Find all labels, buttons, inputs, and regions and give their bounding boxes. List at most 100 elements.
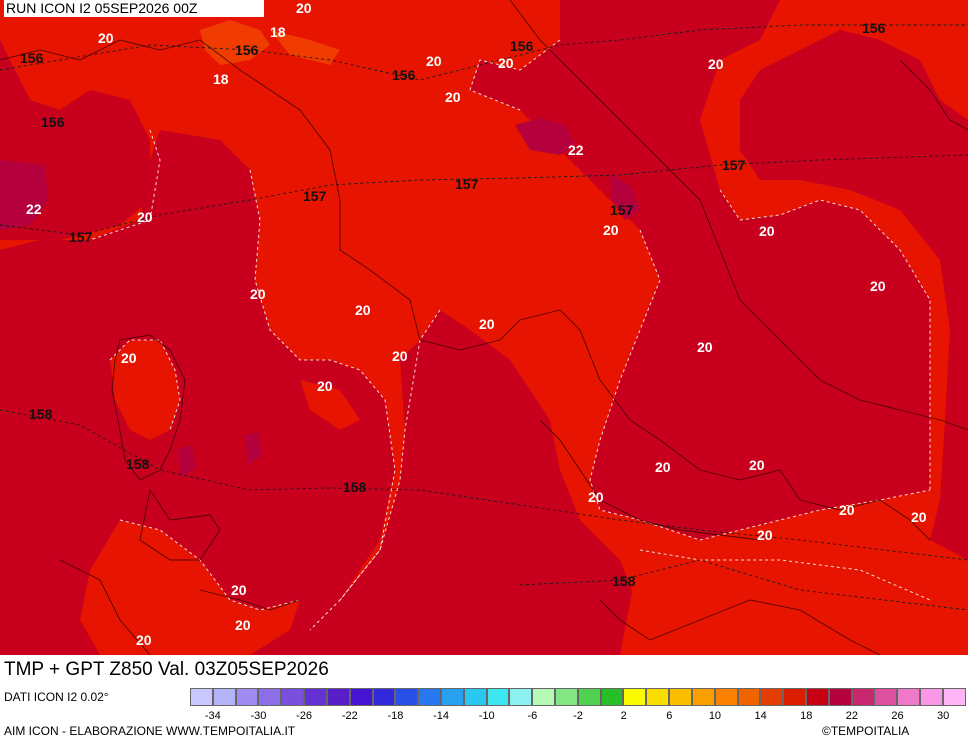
geopotential-label: 157 — [455, 176, 479, 192]
temp-label: 20 — [870, 278, 886, 294]
temp-label: 20 — [296, 0, 312, 16]
geopotential-label: 158 — [343, 479, 367, 495]
temp-label: 20 — [250, 286, 266, 302]
legend-tick-label: -6 — [527, 710, 538, 722]
legend-swatch — [897, 688, 920, 706]
temp-label: 20 — [479, 316, 495, 332]
legend-swatch — [691, 688, 715, 706]
legend-tick-label: 18 — [800, 710, 813, 722]
color-legend — [190, 688, 966, 708]
geopotential-label: 157 — [69, 229, 93, 245]
temp-label: 20 — [355, 302, 371, 318]
legend-tick-label: 22 — [845, 710, 858, 722]
temp-label: 20 — [445, 89, 461, 105]
legend-tick-label: -26 — [296, 710, 313, 722]
legend-swatch — [372, 688, 396, 706]
legend-swatch — [942, 688, 966, 706]
legend-swatch — [486, 688, 510, 706]
product-title: TMP + GPT Z850 Val. 03Z05SEP2026 — [0, 656, 414, 683]
legend-ticks: -34-30-26-22-18-14-10-6-2261014182226303… — [190, 710, 966, 724]
legend-swatch — [463, 688, 487, 706]
legend-swatch — [440, 688, 464, 706]
legend-swatch — [418, 688, 441, 706]
legend-tick-label: 10 — [708, 710, 722, 722]
legend-tick-label: 6 — [666, 710, 673, 722]
legend-swatch — [805, 688, 829, 706]
temp-label: 18 — [213, 71, 229, 87]
legend-swatch — [874, 688, 898, 706]
legend-swatch — [258, 688, 282, 706]
geopotential-label: 158 — [29, 406, 53, 422]
geopotential-label: 158 — [612, 573, 636, 589]
temp-label: 20 — [98, 30, 114, 46]
geopotential-label: 156 — [41, 114, 65, 130]
temp-label: 20 — [603, 222, 619, 238]
temp-label: 20 — [839, 502, 855, 518]
legend-swatch — [235, 688, 259, 706]
legend-tick-label: -34 — [204, 710, 221, 722]
temp-label: 20 — [911, 509, 927, 525]
legend-swatch — [714, 688, 738, 706]
temp-label: 20 — [759, 223, 775, 239]
legend-swatch — [851, 688, 875, 706]
legend-swatch — [395, 688, 419, 706]
temp-label: 20 — [588, 489, 604, 505]
temp-label: 22 — [568, 142, 584, 158]
temp-label: 20 — [749, 457, 765, 473]
map-svg: 20 20 18 18 20 20 20 20 22 22 20 20 20 2… — [0, 0, 968, 655]
legend-swatch — [920, 688, 943, 706]
temp-label: 20 — [757, 527, 773, 543]
temp-label: 18 — [270, 24, 286, 40]
geopotential-label: 156 — [235, 42, 259, 58]
legend-tick-label: -2 — [573, 710, 583, 722]
legend-tick-label: 2 — [620, 710, 627, 722]
legend-swatch — [212, 688, 236, 706]
credit-label: AIM ICON - ELABORAZIONE WWW.TEMPOITALIA.… — [4, 724, 296, 738]
temp-label: 20 — [498, 55, 514, 71]
geopotential-label: 157 — [303, 188, 327, 204]
legend-swatch — [737, 688, 761, 706]
geopotential-label: 157 — [610, 202, 634, 218]
temp-label: 20 — [136, 632, 152, 648]
legend-tick-label: -30 — [250, 710, 267, 722]
legend-swatch — [828, 688, 852, 706]
temp-label: 20 — [121, 350, 137, 366]
data-source-label: DATI ICON I2 0.02° — [4, 690, 109, 704]
legend-tick-label: -10 — [478, 710, 495, 722]
temp-label: 20 — [697, 339, 713, 355]
legend-tick-label: -14 — [433, 710, 449, 722]
legend-swatch — [783, 688, 806, 706]
temp-label: 22 — [26, 201, 42, 217]
geopotential-label: 156 — [20, 50, 44, 66]
legend-swatch — [509, 688, 533, 706]
legend-swatch — [532, 688, 555, 706]
legend-tick-label: 26 — [891, 710, 904, 722]
temp-label: 20 — [655, 459, 671, 475]
temp-label: 20 — [235, 617, 251, 633]
run-label: RUN ICON I2 05SEP2026 00Z — [4, 0, 264, 17]
temp-label: 20 — [426, 53, 442, 69]
legend-swatch — [326, 688, 350, 706]
geopotential-label: 157 — [722, 157, 746, 173]
legend-swatch — [669, 688, 692, 706]
legend-swatch — [304, 688, 327, 706]
temp-label: 20 — [231, 582, 247, 598]
geopotential-label: 156 — [862, 20, 886, 36]
geopotential-label: 156 — [510, 38, 534, 54]
legend-swatch — [577, 688, 601, 706]
legend-swatch — [190, 688, 213, 706]
legend-swatch — [646, 688, 670, 706]
temp-label: 20 — [392, 348, 408, 364]
legend-swatch — [623, 688, 647, 706]
geopotential-label: 158 — [126, 456, 150, 472]
legend-tick-label: 14 — [754, 710, 767, 722]
legend-swatch — [760, 688, 784, 706]
copyright-label: ©TEMPOITALIA — [822, 724, 910, 738]
temp-label: 20 — [708, 56, 724, 72]
legend-tick-label: -18 — [387, 710, 404, 722]
legend-swatch — [600, 688, 624, 706]
legend-swatch — [281, 688, 305, 706]
legend-swatch — [555, 688, 578, 706]
legend-swatch — [349, 688, 373, 706]
forecast-map: 20 20 18 18 20 20 20 20 22 22 20 20 20 2… — [0, 0, 968, 655]
